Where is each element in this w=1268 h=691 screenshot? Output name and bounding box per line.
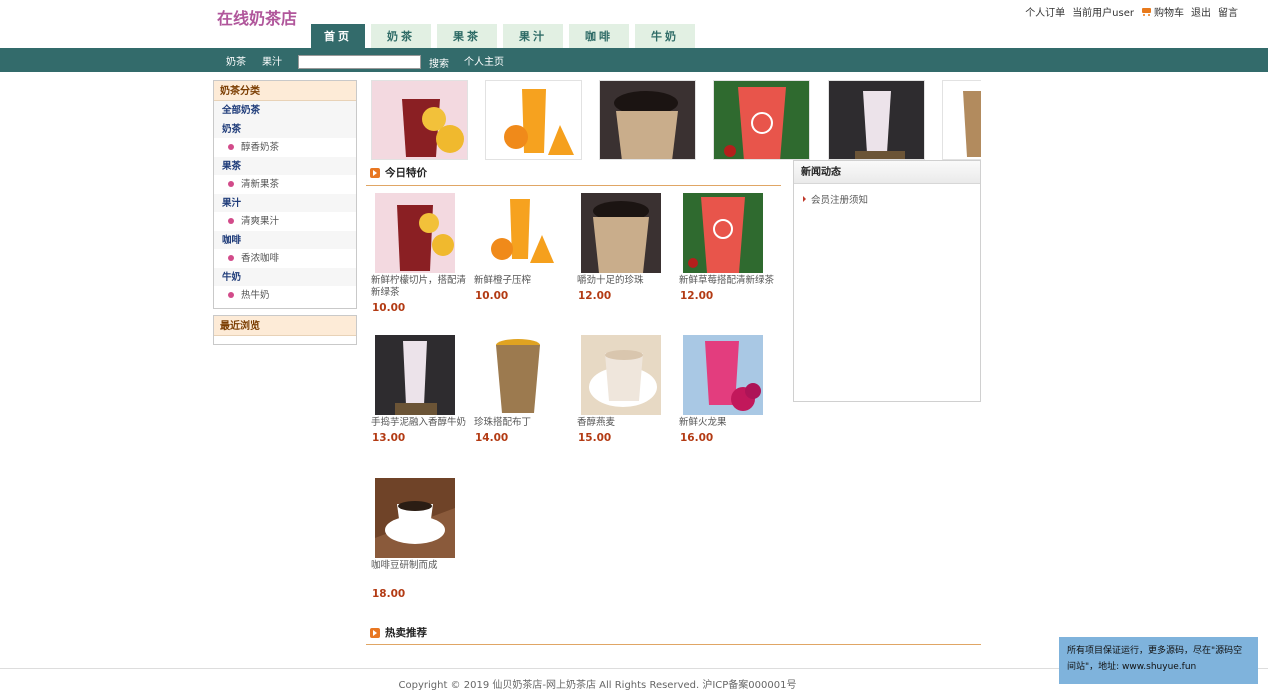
bullet-icon xyxy=(803,196,806,202)
product-image[interactable] xyxy=(375,478,455,558)
recent-title: 最近浏览 xyxy=(214,316,356,336)
news-title: 新闻动态 xyxy=(794,161,980,184)
cart-link[interactable]: 购物车 xyxy=(1141,4,1184,19)
bullet-icon xyxy=(228,255,234,261)
product-price: 10.00 xyxy=(475,290,509,302)
category-group[interactable]: 牛奶 xyxy=(214,267,356,286)
bullet-icon xyxy=(228,292,234,298)
product-card[interactable]: 香醇燕麦 15.00 xyxy=(577,335,679,444)
bullet-icon xyxy=(228,218,234,224)
product-card[interactable]: 新鲜草莓搭配清新绿茶 12.00 xyxy=(679,193,781,302)
section-divider xyxy=(366,185,781,186)
category-item[interactable]: 醇香奶茶 xyxy=(214,138,356,157)
product-price: 10.00 xyxy=(372,302,406,314)
product-card[interactable]: 新鲜柠檬切片，搭配清新绿茶 10.00 xyxy=(371,193,473,314)
category-list: 全部奶茶 奶茶 醇香奶茶 果茶 清新果茶 果汁 清爽果汁 咖啡 香浓咖啡 牛奶 热牛奶 xyxy=(214,101,356,305)
product-price: 18.00 xyxy=(372,588,406,600)
product-card[interactable]: 新鲜火龙果 16.00 xyxy=(679,335,781,444)
top-links: 个人订单 当前用户user 购物车 退出 留言 xyxy=(1025,4,1238,19)
category-group[interactable]: 果茶 xyxy=(214,156,356,175)
site-logo[interactable]: 在线奶茶店 xyxy=(217,5,297,29)
category-group[interactable]: 果汁 xyxy=(214,193,356,212)
product-image[interactable] xyxy=(375,193,455,273)
message-link[interactable]: 留言 xyxy=(1218,4,1238,19)
tab-milk-tea[interactable]: 奶茶 xyxy=(371,24,431,48)
product-price: 12.00 xyxy=(680,290,714,302)
product-image[interactable] xyxy=(683,193,763,273)
product-card[interactable]: 嚼劲十足的珍珠 12.00 xyxy=(577,193,679,302)
product-name[interactable]: 新鲜火龙果 xyxy=(679,417,775,429)
news-item[interactable]: 会员注册须知 xyxy=(794,192,980,206)
tab-juice[interactable]: 果汁 xyxy=(503,24,563,48)
category-group[interactable]: 咖啡 xyxy=(214,230,356,249)
category-group[interactable]: 全部奶茶 xyxy=(214,101,356,120)
category-panel: 奶茶分类 全部奶茶 奶茶 醇香奶茶 果茶 清新果茶 果汁 清爽果汁 咖啡 香浓咖啡 牛奶 热牛奶 xyxy=(213,80,357,309)
bullet-icon xyxy=(228,181,234,187)
banner-image[interactable] xyxy=(828,80,925,160)
product-card[interactable]: 手捣芋泥融入香醇牛奶 13.00 xyxy=(371,335,473,444)
product-price: 13.00 xyxy=(372,432,406,444)
nav-bar: 奶茶 果汁 搜索 个人主页 xyxy=(0,48,1268,72)
product-card[interactable]: 珍珠搭配布丁 14.00 xyxy=(474,335,576,444)
category-title: 奶茶分类 xyxy=(214,81,356,101)
product-name[interactable]: 咖啡豆研制而成 xyxy=(371,560,467,572)
category-item[interactable]: 热牛奶 xyxy=(214,286,356,305)
product-card[interactable]: 咖啡豆研制而成 18.00 xyxy=(371,478,473,600)
category-item[interactable]: 清新果茶 xyxy=(214,175,356,194)
banner-image[interactable] xyxy=(599,80,696,160)
banner-strip xyxy=(369,80,981,160)
product-card[interactable]: 新鲜橙子压榨 10.00 xyxy=(474,193,576,302)
product-price: 12.00 xyxy=(578,290,612,302)
recent-panel: 最近浏览 xyxy=(213,315,357,345)
category-group[interactable]: 奶茶 xyxy=(214,119,356,138)
tab-fruit-tea[interactable]: 果茶 xyxy=(437,24,497,48)
profile-link[interactable]: 个人主页 xyxy=(464,53,504,68)
product-image[interactable] xyxy=(478,335,558,415)
product-image[interactable] xyxy=(683,335,763,415)
product-image[interactable] xyxy=(581,335,661,415)
product-image[interactable] xyxy=(581,193,661,273)
special-section-title: 今日特价 xyxy=(370,165,427,180)
cart-icon xyxy=(1141,8,1152,17)
current-user: 当前用户user xyxy=(1072,8,1134,19)
product-name[interactable]: 嚼劲十足的珍珠 xyxy=(577,275,673,287)
banner-image[interactable] xyxy=(713,80,810,160)
banner-image[interactable] xyxy=(942,80,981,160)
product-name[interactable]: 新鲜柠檬切片，搭配清新绿茶 xyxy=(371,275,467,299)
nav-item-milk-tea[interactable]: 奶茶 xyxy=(226,53,246,68)
search-input[interactable] xyxy=(298,55,421,69)
category-tabs: 首页 奶茶 果茶 果汁 咖啡 牛奶 xyxy=(311,24,695,48)
product-name[interactable]: 香醇燕麦 xyxy=(577,417,673,429)
notice-box: 所有项目保证运行，更多源码，尽在"源码空间站"，地址: www.shuyue.f… xyxy=(1059,637,1258,684)
product-image[interactable] xyxy=(478,193,558,273)
product-price: 14.00 xyxy=(475,432,509,444)
category-item[interactable]: 清爽果汁 xyxy=(214,212,356,231)
category-item[interactable]: 香浓咖啡 xyxy=(214,249,356,268)
search-button[interactable]: 搜索 xyxy=(429,55,449,70)
logout-link[interactable]: 退出 xyxy=(1191,4,1211,19)
tab-milk[interactable]: 牛奶 xyxy=(635,24,695,48)
bullet-icon xyxy=(228,144,234,150)
tab-coffee[interactable]: 咖啡 xyxy=(569,24,629,48)
product-name[interactable]: 新鲜草莓搭配清新绿茶 xyxy=(679,275,775,287)
tab-home[interactable]: 首页 xyxy=(311,24,365,48)
product-image[interactable] xyxy=(375,335,455,415)
nav-item-juice[interactable]: 果汁 xyxy=(262,53,282,68)
product-price: 16.00 xyxy=(680,432,714,444)
product-price: 15.00 xyxy=(578,432,612,444)
news-panel: 新闻动态 会员注册须知 xyxy=(793,160,981,402)
section-arrow-icon xyxy=(370,627,380,638)
banner-image[interactable] xyxy=(371,80,468,160)
product-name[interactable]: 新鲜橙子压榨 xyxy=(474,275,570,287)
banner-image[interactable] xyxy=(485,80,582,160)
section-divider xyxy=(366,644,981,645)
product-name[interactable]: 手捣芋泥融入香醇牛奶 xyxy=(371,417,467,429)
orders-link[interactable]: 个人订单 xyxy=(1025,4,1065,19)
product-name[interactable]: 珍珠搭配布丁 xyxy=(474,417,570,429)
section-arrow-icon xyxy=(370,167,380,178)
hot-section-title: 热卖推荐 xyxy=(370,625,427,640)
